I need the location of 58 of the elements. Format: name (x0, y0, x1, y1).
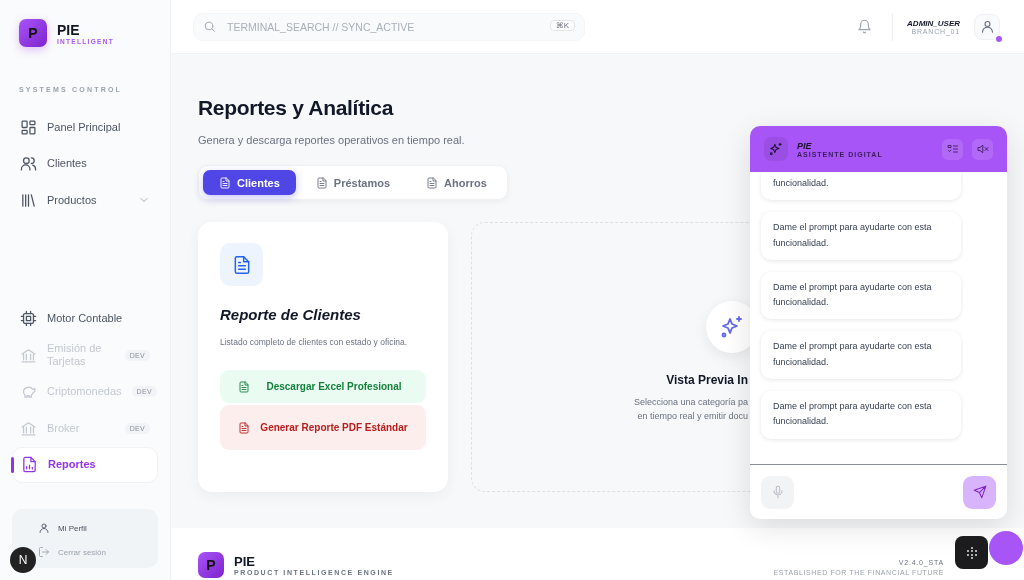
chat-message: Dame el prompt para ayudarte con esta funcionalidad. (761, 331, 961, 380)
sparkles-icon (769, 142, 783, 156)
preview-text: en tiempo real y emitir docu (637, 409, 748, 423)
sidebar-item[interactable]: Panel Principal (12, 109, 158, 146)
tab[interactable]: Ahorros (410, 170, 503, 195)
user-icon (38, 522, 50, 534)
books-icon (20, 191, 37, 209)
sidebar-item[interactable]: Motor Contable (12, 300, 158, 337)
chat-message: Dame el prompt para ayudarte con esta funcionalidad. (761, 271, 961, 320)
send-button[interactable] (963, 475, 996, 509)
document-icon (315, 176, 328, 189)
logo-mark: P (198, 552, 224, 578)
user-icon (979, 19, 995, 34)
brand-name: PIE (234, 554, 256, 569)
document-icon (426, 176, 439, 189)
preview-text: Selecciona una categoría pa (633, 396, 748, 410)
bank-icon (20, 419, 37, 437)
report-title: Reporte de Clientes (220, 306, 362, 323)
mute-button[interactable] (972, 138, 993, 160)
profile-link[interactable]: Mi Perfil (38, 518, 150, 538)
send-icon (972, 485, 987, 499)
chat-message: Dame el prompt para ayudarte con esta funcionalidad. (761, 391, 961, 439)
file-icon (238, 421, 250, 434)
pdf-report-button[interactable]: Generar Reporte PDF Estándar (220, 405, 426, 451)
sparkles-icon (720, 315, 744, 340)
avatar-button[interactable] (974, 13, 1000, 40)
bank-icon (20, 346, 37, 364)
checklist-icon (946, 143, 959, 155)
document-icon (219, 176, 231, 189)
sidebar-item[interactable]: Productos (12, 182, 158, 219)
dot-grid-icon (964, 545, 979, 560)
report-description: Listado completo de clientes con estado y oficina. (220, 336, 409, 349)
brand-name: PIE (57, 21, 81, 38)
users-icon (20, 155, 37, 173)
grid-icon (20, 118, 37, 136)
bell-icon[interactable] (857, 19, 873, 34)
muted-speaker-icon (976, 143, 989, 155)
chat-title: PIE (797, 140, 813, 151)
checklist-button[interactable] (942, 138, 963, 160)
preview-title: Vista Previa In (666, 373, 748, 388)
shortcut-key: ⌘K (549, 19, 575, 31)
user-name: ADMIN_USER (907, 18, 960, 28)
tab[interactable]: Préstamos (299, 170, 407, 195)
sidebar-item[interactable]: Reportes (12, 446, 158, 483)
chip-icon (20, 310, 37, 328)
excel-download-button[interactable]: Descargar Excel Profesional (220, 370, 426, 404)
microphone-icon (770, 485, 785, 499)
tab[interactable]: Clientes (203, 170, 296, 195)
file-icon (238, 380, 250, 393)
logout-icon (38, 546, 50, 558)
chat-message: Dame el prompt para ayudarte con esta funcionalidad. (761, 212, 961, 260)
page-title: Reportes y Analítica (198, 96, 395, 120)
sidebar-item[interactable]: Clientes (12, 145, 158, 182)
dev-tools-button[interactable]: N (10, 547, 36, 573)
extension-button[interactable] (955, 536, 988, 569)
report-icon (21, 456, 38, 474)
logo-mark: P (19, 19, 47, 47)
chat-message: funcionalidad. (761, 172, 961, 201)
